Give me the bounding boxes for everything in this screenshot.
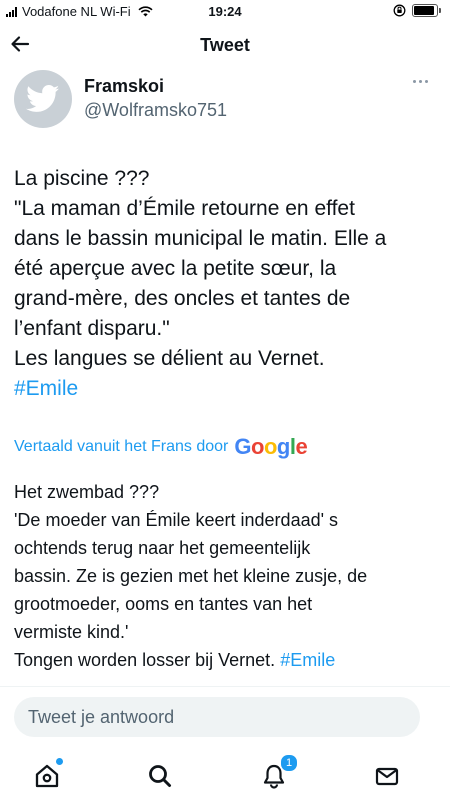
tab-bar: 1 — [0, 752, 450, 800]
translated-line: bassin. Ze is gezien met het kleine zusj… — [14, 566, 368, 586]
bird-icon — [26, 85, 60, 112]
tweet-text: La piscine ??? "La maman d’Émile retourn… — [14, 164, 434, 404]
status-bar: Vodafone NL Wi-Fi 19:24 — [0, 0, 450, 22]
google-logo: Google — [234, 434, 308, 459]
page-title: Tweet — [200, 35, 250, 55]
more-options-icon[interactable] — [413, 80, 428, 83]
home-icon — [35, 764, 59, 788]
battery-icon — [412, 4, 441, 17]
translated-line: Het zwembad ??? — [14, 482, 160, 502]
tab-notifications[interactable]: 1 — [260, 754, 298, 790]
translated-last-line: Tongen worden losser bij Vernet. #Emile — [14, 646, 434, 674]
tab-home[interactable] — [33, 758, 63, 790]
divider — [0, 686, 450, 687]
orientation-lock-icon — [393, 4, 406, 17]
translation-toggle[interactable]: Vertaald vanuit het Frans door Google — [14, 434, 308, 460]
status-right — [393, 4, 441, 17]
notification-badge: 1 — [280, 754, 298, 772]
envelope-icon — [375, 767, 399, 786]
tweet-line: l’enfant disparu." — [14, 317, 170, 340]
unread-dot — [56, 758, 63, 765]
hashtag-link[interactable]: #Emile — [280, 650, 335, 670]
tweet-line: dans le bassin municipal le matin. Elle … — [14, 227, 387, 250]
translation-label: Vertaald vanuit het Frans door — [14, 438, 229, 455]
nav-bar: Tweet — [0, 22, 450, 68]
tab-messages[interactable] — [373, 762, 401, 790]
translated-line: ochtends terug naar het gemeentelijk — [14, 538, 311, 558]
search-icon — [149, 765, 171, 787]
author-handle[interactable]: @Wolframsko751 — [84, 100, 227, 121]
tweet-line: "La maman d’Émile retourne en effet — [14, 197, 355, 220]
translated-text: Het zwembad ??? 'De moeder van Émile kee… — [14, 478, 434, 674]
translated-line-text: Tongen worden losser bij Vernet. — [14, 650, 276, 670]
tab-search[interactable] — [146, 762, 174, 790]
tweet-line: été aperçue avec la petite sœur, la — [14, 257, 337, 280]
author-name[interactable]: Framskoi — [84, 76, 164, 97]
reply-input[interactable]: Tweet je antwoord — [14, 697, 420, 737]
translated-line: 'De moeder van Émile keert inderdaad' s — [14, 510, 339, 530]
tweet-screen: Vodafone NL Wi-Fi 19:24 Tweet Framskoi @… — [0, 0, 450, 800]
tweet-line: La piscine ??? — [14, 167, 150, 190]
translated-line: vermiste kind.' — [14, 622, 129, 642]
status-time: 19:24 — [208, 4, 242, 19]
tweet-line: grand-mère, des oncles et tantes de — [14, 287, 351, 310]
tweet-line: Les langues se délient au Vernet. — [14, 347, 325, 370]
hashtag-link[interactable]: #Emile — [14, 374, 434, 404]
translated-line: grootmoeder, ooms en tantes van het — [14, 594, 313, 614]
avatar[interactable] — [14, 70, 72, 128]
